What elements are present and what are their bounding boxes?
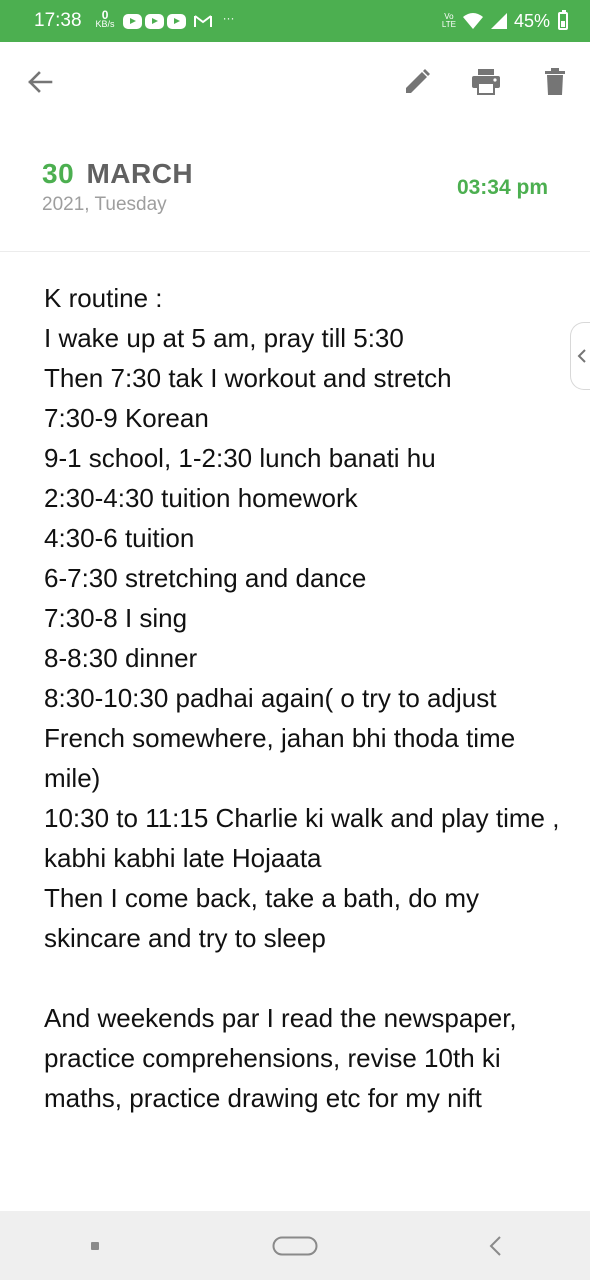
side-drawer-handle[interactable]	[570, 322, 590, 390]
note-line: 2:30-4:30 tuition homework	[44, 483, 358, 513]
volte-icon: Vo LTE	[442, 13, 456, 29]
printer-icon	[472, 69, 500, 95]
note-line: 4:30-6 tuition	[44, 523, 195, 553]
note-line: 10:30 to 11:15 Charlie ki walk and play …	[44, 803, 560, 873]
entry-day: 30	[42, 158, 75, 189]
note-line: Then I come back, take a bath, do my ski…	[44, 883, 480, 953]
network-speed: 0 KB/s	[95, 9, 115, 29]
recents-icon	[91, 1241, 99, 1250]
youtube-icon	[166, 13, 186, 29]
note-blank-line	[44, 958, 564, 998]
note-line: 7:30-9 Korean	[44, 403, 209, 433]
system-nav-bar	[0, 1211, 590, 1280]
chevron-left-icon	[577, 349, 586, 363]
arrow-left-icon	[28, 71, 53, 93]
entry-date: 30 MARCH	[42, 158, 193, 190]
youtube-icon	[122, 13, 142, 29]
battery-icon	[558, 10, 568, 30]
status-bar: 17:38 0 KB/s ··· Vo LTE 45%	[0, 0, 590, 42]
note-line: Then 7:30 tak I workout and stretch	[44, 363, 452, 393]
volte-bottom: LTE	[441, 20, 456, 29]
edit-button[interactable]	[399, 64, 435, 100]
entry-header: 30 MARCH 2021, Tuesday 03:34 pm	[0, 122, 590, 252]
wifi-icon	[462, 13, 483, 29]
youtube-icon	[144, 13, 164, 29]
note-line: And weekends par I read the newspaper, p…	[44, 1003, 517, 1113]
notification-icons	[122, 13, 213, 29]
note-body[interactable]: K routine : I wake up at 5 am, pray till…	[44, 278, 564, 1118]
battery-percent: 45%	[513, 10, 550, 31]
note-line: 8:30-10:30 padhai again( o try to adjust…	[44, 683, 516, 793]
nav-back-button[interactable]	[475, 1226, 515, 1266]
entry-month: MARCH	[86, 158, 194, 189]
delete-button[interactable]	[537, 64, 573, 100]
home-button[interactable]	[265, 1226, 325, 1266]
status-right: Vo LTE 45%	[442, 10, 568, 32]
more-notifications-icon: ···	[222, 11, 235, 25]
note-line: 9-1 school, 1-2:30 lunch banati hu	[44, 443, 436, 473]
chevron-left-icon	[489, 1235, 501, 1256]
status-time: 17:38	[34, 10, 82, 31]
note-line: I wake up at 5 am, pray till 5:30	[44, 323, 404, 353]
home-pill-icon	[272, 1236, 318, 1255]
note-line: 8-8:30 dinner	[44, 643, 198, 673]
network-speed-unit: KB/s	[95, 19, 115, 29]
entry-time[interactable]: 03:34 pm	[457, 176, 548, 200]
note-line: 7:30-8 I sing	[44, 603, 188, 633]
back-button[interactable]	[22, 64, 58, 100]
entry-year-weekday: 2021, Tuesday	[42, 194, 167, 215]
toolbar	[0, 42, 590, 122]
recents-button[interactable]	[75, 1226, 115, 1266]
pencil-icon	[406, 69, 430, 93]
note-line: 6-7:30 stretching and dance	[44, 563, 367, 593]
trash-icon	[545, 68, 565, 95]
note-line: K routine :	[44, 283, 163, 313]
print-button[interactable]	[468, 64, 504, 100]
gmail-icon	[193, 15, 212, 27]
signal-icon	[490, 13, 507, 29]
